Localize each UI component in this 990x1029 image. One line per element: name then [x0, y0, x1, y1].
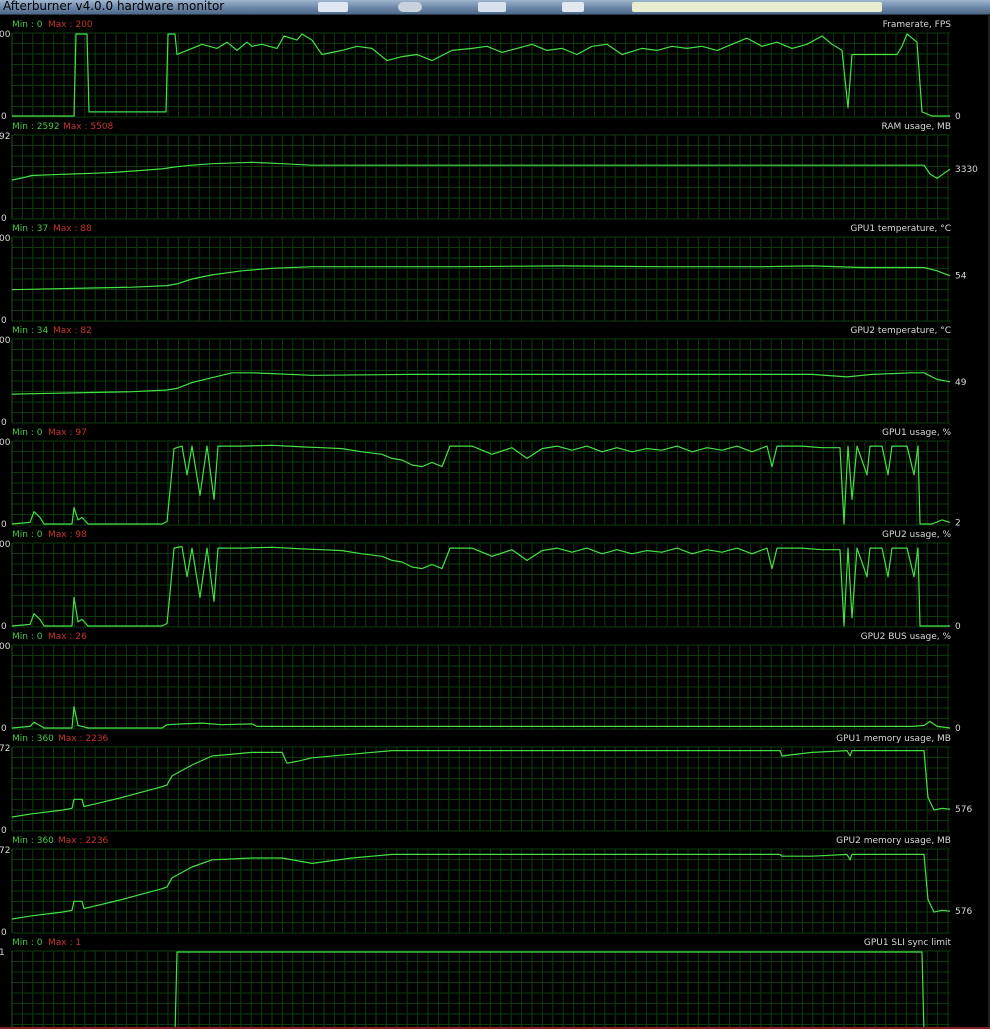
graph-title: GPU1 usage, %: [882, 428, 951, 438]
graph-axis-top-label: 00: [0, 336, 11, 346]
graph-axis-bottom-label: 0: [1, 418, 7, 428]
graph-title: GPU1 SLI sync limit: [864, 938, 952, 948]
graph-title: Framerate, FPS: [883, 20, 952, 30]
graph-max-label: Max : 26: [48, 632, 87, 642]
graph-title: GPU2 usage, %: [882, 530, 951, 540]
graph-current-value: 2: [955, 518, 961, 528]
graph-min-label: Min : 34: [12, 326, 48, 336]
graph-max-label: Max : 97: [48, 428, 87, 438]
graph-current-value: 0: [955, 724, 961, 734]
graph-grid: [11, 32, 950, 118]
graph-min-label: Min : 0: [12, 20, 43, 30]
graph-max-label: Max : 5508: [63, 122, 114, 132]
graph-current-value: 3330: [955, 165, 978, 175]
graph-axis-top-label: 72: [0, 744, 10, 754]
graph-axis-bottom-label: 0: [1, 520, 7, 530]
graph-panel[interactable]: Min : 360 Max : 2236 GPU2 memory usage, MB…: [0, 836, 972, 938]
graph-panel[interactable]: Min : 2592 Max : 5508 RAM usage, MB 92 0 3330: [0, 122, 978, 224]
graph-panel[interactable]: Min : 360 Max : 2236 GPU1 memory usage, MB…: [0, 734, 972, 836]
graph-max-label: Max : 1: [48, 938, 81, 948]
graph-title: GPU1 temperature, °C: [850, 224, 951, 234]
graph-axis-top-label: 92: [0, 132, 10, 142]
graph-axis-top-label: 00: [0, 642, 11, 652]
graph-axis-bottom-label: 0: [1, 928, 7, 938]
graph-max-label: Max : 200: [48, 20, 93, 30]
graph-axis-top-label: 72: [0, 846, 10, 856]
graph-axis-bottom-label: 0: [1, 316, 7, 326]
graph-grid: [11, 950, 950, 1029]
graph-axis-bottom-label: 0: [1, 214, 7, 224]
graph-grid: [11, 134, 950, 220]
graph-current-value: 0: [955, 622, 961, 632]
graph-panel[interactable]: Min : 0 Max : 97 GPU1 usage, %000 2: [0, 428, 961, 530]
graph-axis-top-label: 00: [0, 30, 11, 40]
graph-min-label: Min : 0: [12, 938, 43, 948]
graph-title: GPU2 BUS usage, %: [861, 632, 952, 642]
graph-series-line: [11, 444, 951, 525]
graph-panel[interactable]: Min : 34 Max : 82 GPU2 temperature, °C0004…: [0, 326, 967, 428]
graph-title: GPU2 memory usage, MB: [836, 836, 951, 846]
graph-panel[interactable]: Min : 0 Max : 200 Framerate, FPS000 0: [0, 20, 961, 122]
graph-panel[interactable]: Min : 0 Max : 98 GPU2 usage, %000 0: [0, 530, 961, 632]
graph-grid: [11, 542, 950, 628]
graph-current-value: 49: [955, 378, 967, 388]
graph-series-line: [174, 951, 925, 1029]
graph-current-value: 576: [955, 805, 972, 815]
graph-min-label: Min : 2592: [12, 122, 60, 132]
graph-title: GPU2 temperature, °C: [850, 326, 951, 336]
graph-grid: [11, 440, 950, 526]
graph-min-label: Min : 0: [12, 632, 43, 642]
graph-axis-top-label: 00: [0, 540, 11, 550]
graph-max-label: Max : 88: [53, 224, 92, 234]
graph-grid: [11, 236, 950, 322]
graph-max-label: Max : 98: [48, 530, 87, 540]
graph-min-label: Min : 37: [12, 224, 48, 234]
graph-min-label: Min : 0: [12, 428, 43, 438]
graph-series-line: [11, 706, 951, 729]
graph-current-value: 54: [955, 272, 967, 282]
graph-min-label: Min : 0: [12, 530, 43, 540]
graph-axis-bottom-label: 0: [1, 826, 7, 836]
graph-series-line: [11, 265, 951, 291]
graph-max-label: Max : 2236: [58, 734, 109, 744]
graph-panel[interactable]: Min : 0Max : 1GPU1 SLI sync limit10: [0, 938, 951, 1029]
graph-series-line: [11, 749, 951, 818]
graph-series-line: [11, 372, 951, 395]
graph-series-line: [11, 545, 950, 627]
graph-series-line: [11, 853, 951, 920]
graph-min-label: Min : 360: [12, 734, 54, 744]
graph-axis-top-label: 1: [0, 948, 5, 958]
graph-current-value: 0: [955, 112, 961, 122]
graph-axis-bottom-label: 0: [1, 724, 7, 734]
hardware-monitor-window: Afterburner v4.0.0 hardware monitor Min …: [0, 0, 990, 1029]
graph-panel[interactable]: Min : 0 Max : 26 GPU2 BUS usage, %000 0: [0, 632, 961, 734]
graphs-area[interactable]: Min : 0 Max : 200 Framerate, FPS000 0Min : …: [0, 0, 990, 1029]
graph-panel[interactable]: Min : 37 Max : 88 GPU1 temperature, °C0005…: [0, 224, 967, 326]
graph-current-value: 576: [955, 907, 972, 917]
graph-axis-bottom-label: 0: [1, 112, 7, 122]
graph-axis-bottom-label: 0: [1, 622, 7, 632]
graph-grid: [11, 644, 950, 730]
graph-max-label: Max : 82: [53, 326, 92, 336]
graph-title: RAM usage, MB: [882, 122, 952, 132]
graph-max-label: Max : 2236: [58, 836, 109, 846]
graph-min-label: Min : 360: [12, 836, 54, 846]
graph-axis-top-label: 00: [0, 234, 11, 244]
graph-axis-top-label: 00: [0, 438, 11, 448]
graph-grid: [11, 338, 950, 424]
graph-title: GPU1 memory usage, MB: [836, 734, 951, 744]
